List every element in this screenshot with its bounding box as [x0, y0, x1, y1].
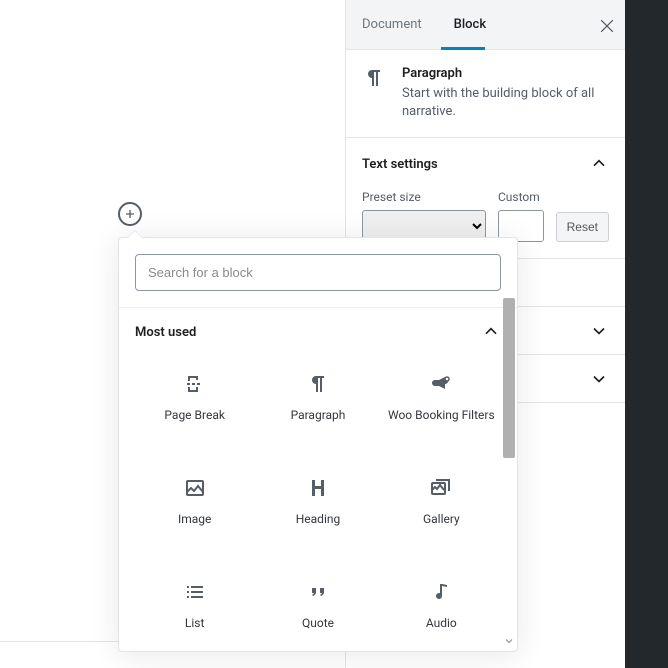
block-tile-label: Page Break	[164, 408, 225, 424]
custom-size-label: Custom	[498, 190, 544, 204]
block-description: Start with the building block of all nar…	[402, 85, 609, 121]
inserter-scroll: Most used Page Break Paragraph Woo Booking…	[119, 307, 517, 651]
block-tile-label: Audio	[426, 616, 457, 632]
block-tile-label: Image	[178, 512, 211, 528]
block-tile-heading[interactable]: Heading	[258, 458, 377, 558]
block-tile-label: Paragraph	[291, 408, 346, 424]
megaphone-icon	[429, 372, 453, 396]
text-settings-header[interactable]: Text settings	[346, 138, 625, 190]
right-edge-strip	[625, 0, 668, 668]
block-tile-label: Gallery	[423, 512, 460, 528]
search-wrap	[119, 238, 517, 299]
list-icon	[183, 580, 207, 604]
preset-size-col: Preset size	[362, 190, 486, 242]
gallery-icon	[429, 476, 453, 500]
tab-underline	[441, 47, 485, 50]
block-tile-paragraph[interactable]: Paragraph	[258, 354, 377, 454]
audio-icon	[429, 580, 453, 604]
most-used-header[interactable]: Most used	[135, 308, 501, 346]
block-info-panel: Paragraph Start with the building block …	[346, 50, 625, 138]
block-info-text: Paragraph Start with the building block …	[402, 66, 609, 121]
reset-button[interactable]: Reset	[556, 212, 609, 242]
text-settings-title: Text settings	[362, 157, 438, 172]
most-used-title: Most used	[135, 325, 196, 340]
block-tile-audio[interactable]: Audio	[382, 562, 501, 651]
quote-icon	[306, 580, 330, 604]
plus-icon	[122, 206, 138, 222]
heading-icon	[306, 476, 330, 500]
block-tile-quote[interactable]: Quote	[258, 562, 377, 651]
block-tile-list[interactable]: List	[135, 562, 254, 651]
image-icon	[183, 476, 207, 500]
chevron-down-icon	[589, 369, 609, 389]
scrollbar-thumb[interactable]	[503, 298, 515, 458]
chevron-down-icon	[503, 635, 515, 647]
add-block-button[interactable]	[118, 202, 142, 226]
block-tile-gallery[interactable]: Gallery	[382, 458, 501, 558]
preset-size-label: Preset size	[362, 190, 486, 204]
font-size-row: Preset size Custom Reset	[362, 190, 609, 242]
chevron-up-icon	[589, 154, 609, 174]
close-sidebar-button[interactable]	[597, 16, 617, 36]
scrollbar-track[interactable]	[501, 298, 517, 647]
page-break-icon	[183, 372, 207, 396]
add-block-button-wrapper	[118, 202, 146, 230]
block-name: Paragraph	[402, 66, 609, 81]
tab-document[interactable]: Document	[346, 0, 438, 50]
close-icon	[597, 16, 617, 36]
block-tile-label: Woo Booking Filters	[388, 408, 495, 424]
block-tile-megaphone[interactable]: Woo Booking Filters	[382, 354, 501, 454]
paragraph-icon	[306, 372, 330, 396]
block-tile-page-break[interactable]: Page Break	[135, 354, 254, 454]
block-tile-label: Heading	[296, 512, 341, 528]
block-tile-label: Quote	[302, 616, 334, 632]
search-input[interactable]	[135, 254, 501, 291]
block-tile-label: List	[185, 616, 205, 632]
chevron-down-icon	[589, 321, 609, 341]
block-inserter-popover: Most used Page Break Paragraph Woo Booking…	[118, 237, 518, 652]
block-grid: Page Break Paragraph Woo Booking Filters Im…	[135, 354, 501, 651]
block-tile-image[interactable]: Image	[135, 458, 254, 558]
chevron-up-icon	[481, 322, 501, 342]
paragraph-icon	[362, 66, 386, 90]
sidebar-tab-header: Document Block	[346, 0, 625, 50]
custom-size-col: Custom	[498, 190, 544, 242]
tab-block[interactable]: Block	[438, 0, 502, 50]
